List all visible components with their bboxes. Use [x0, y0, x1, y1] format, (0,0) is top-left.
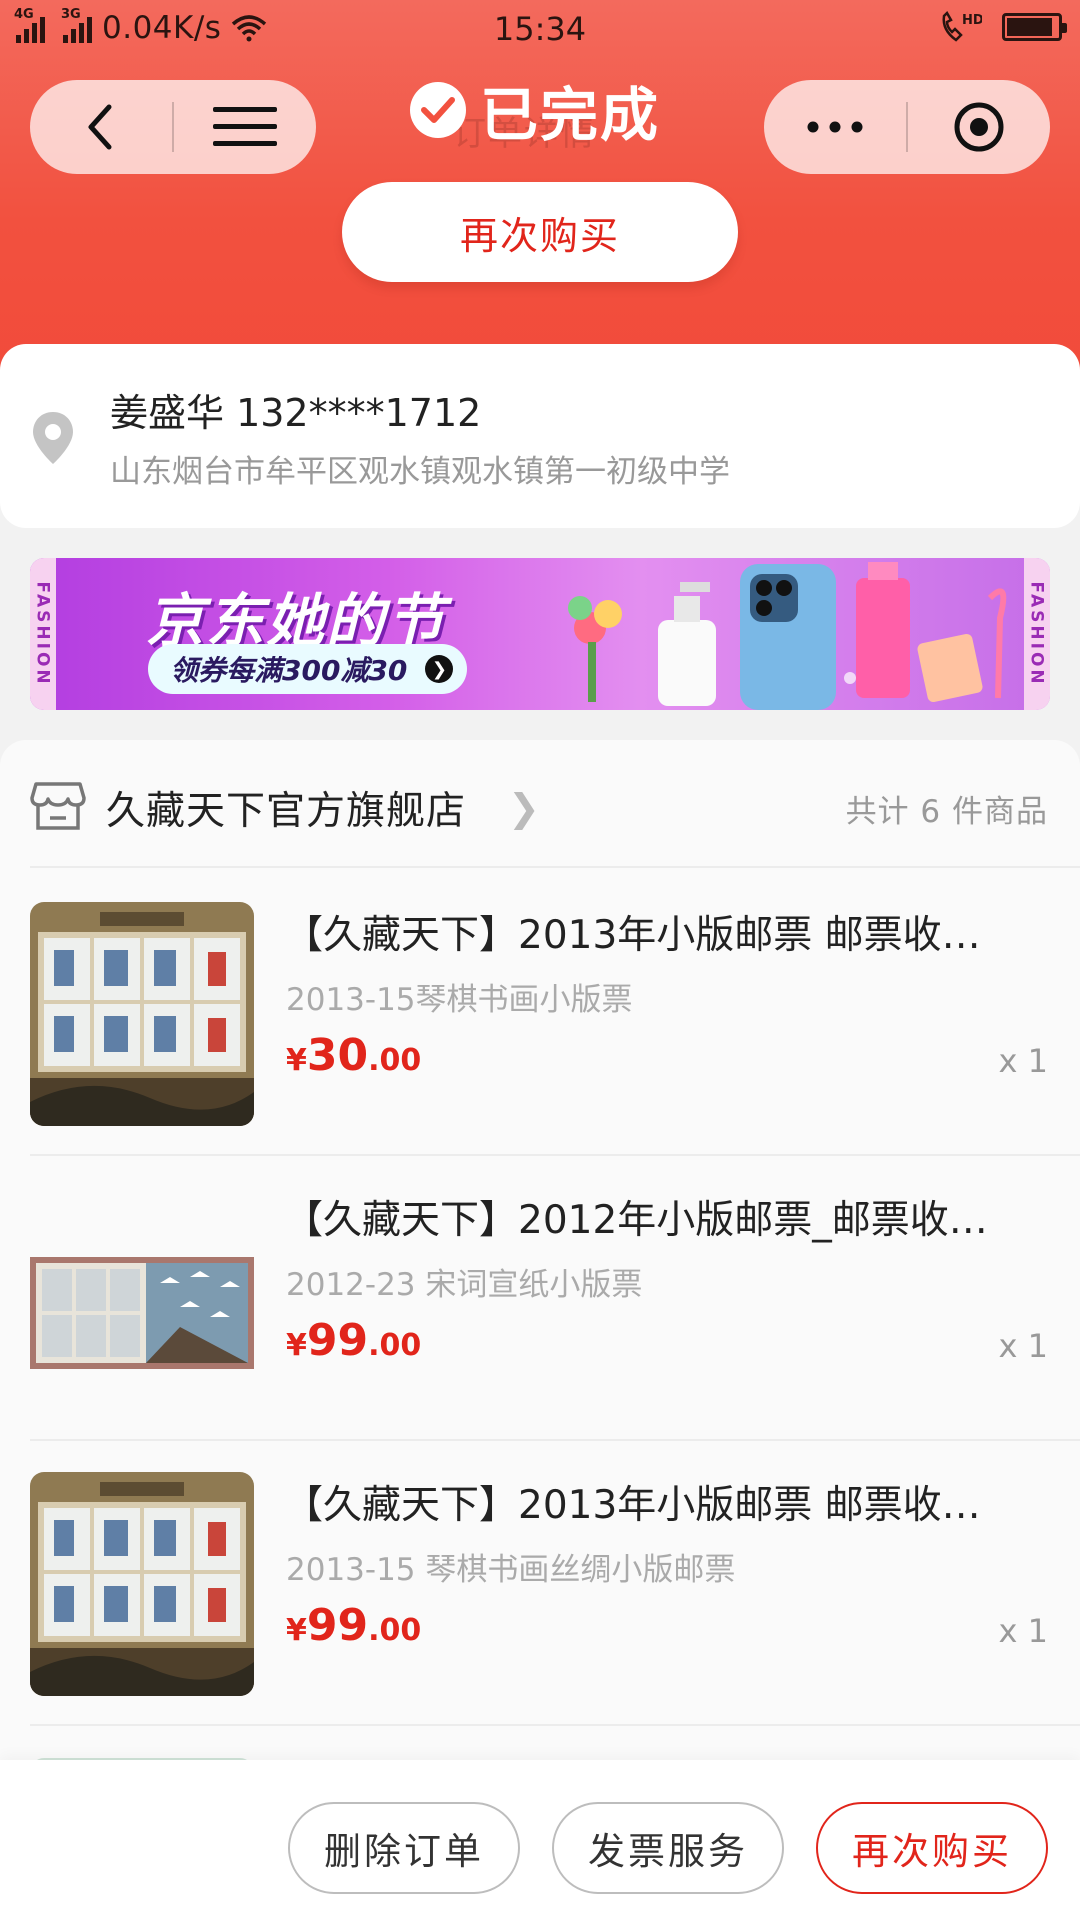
divider — [30, 1724, 1080, 1726]
check-circle-icon — [410, 82, 466, 138]
more-dots-icon — [807, 121, 863, 133]
banner-side-label-left: FASHION — [30, 558, 56, 710]
chevron-right-icon: ❯ — [508, 786, 540, 830]
item-title: 【久藏天下】2013年小版邮票 邮票收… — [284, 1483, 981, 1528]
item-title: 【久藏天下】2013年小版邮票 邮票收… — [284, 913, 981, 958]
order-status-title: 已完成 — [410, 74, 660, 149]
hamburger-icon — [213, 107, 277, 146]
nav-capsule-left — [30, 80, 316, 174]
banner-side-label-right: FASHION — [1024, 558, 1050, 710]
target-circle-icon — [954, 102, 1004, 152]
store-name: 久藏天下官方旗舰店 — [106, 789, 467, 834]
order-item[interactable]: 【久藏天下】2013年小版邮票 邮票收… 2013-15 琴棋书画丝绸小版邮票 … — [0, 1440, 1080, 1725]
clock: 15:34 — [493, 10, 587, 48]
order-detail-screen: 4G 3G 0.04K/s 15:34 HD 订单详情 已完成 再次购买 姜盛华… — [0, 0, 1080, 1920]
location-pin-icon — [33, 412, 73, 464]
recipient-name-phone: 姜盛华 132****1712 — [110, 391, 482, 435]
back-button[interactable] — [30, 80, 172, 174]
item-count: 共计 6 件商品 — [845, 794, 1048, 830]
back-arrow-icon — [88, 104, 112, 150]
svg-text:HD: HD — [962, 13, 982, 28]
store-order-card: 久藏天下官方旗舰店 ❯ 共计 6 件商品 【久藏天下】2013年小版邮票 邮票收… — [0, 740, 1080, 1920]
divider — [30, 866, 1080, 868]
item-spec: 2013-15 琴棋书画丝绸小版邮票 — [286, 1552, 736, 1588]
item-title: 【久藏天下】2012年小版邮票_邮票收… — [284, 1198, 988, 1243]
more-button[interactable] — [764, 80, 906, 174]
status-bar: 4G 3G 0.04K/s 15:34 HD — [0, 0, 1080, 58]
battery-icon — [1002, 13, 1067, 41]
product-thumbnail — [30, 1187, 254, 1411]
order-item[interactable]: 【久藏天下】2013年小版邮票 邮票收… 2013-15琴棋书画小版票 ¥30.… — [0, 870, 1080, 1155]
promo-banner[interactable]: FASHION 京东她的节 领券每满300减30 ❯ FASHION — [30, 558, 1050, 710]
item-spec: 2013-15琴棋书画小版票 — [286, 982, 633, 1018]
address-detail: 山东烟台市牟平区观水镇观水镇第一初级中学 — [110, 454, 730, 490]
store-icon — [30, 782, 86, 830]
item-quantity: x 1 — [998, 1612, 1048, 1650]
address-card[interactable]: 姜盛华 132****1712 山东烟台市牟平区观水镇观水镇第一初级中学 — [0, 344, 1080, 528]
item-price: ¥99.00 — [286, 1600, 422, 1651]
product-thumbnail — [30, 1472, 254, 1696]
invoice-service-button[interactable]: 发票服务 — [552, 1802, 784, 1894]
menu-button[interactable] — [174, 80, 316, 174]
nav-capsule-right — [764, 80, 1050, 174]
product-thumbnail — [30, 902, 254, 1126]
buy-again-header-button[interactable]: 再次购买 — [342, 182, 738, 282]
hd-call-icon: HD — [942, 10, 982, 42]
item-price: ¥30.00 — [286, 1030, 422, 1081]
bottom-action-bar: 删除订单 发票服务 再次购买 — [0, 1760, 1080, 1920]
item-price: ¥99.00 — [286, 1315, 422, 1366]
arrow-right-icon: ❯ — [425, 655, 454, 683]
buy-again-button[interactable]: 再次购买 — [816, 1802, 1048, 1894]
item-quantity: x 1 — [998, 1327, 1048, 1365]
status-text: 已完成 — [480, 81, 661, 149]
order-item[interactable]: 【久藏天下】2012年小版邮票_邮票收… 2012-23 宋词宣纸小版票 ¥99… — [0, 1155, 1080, 1440]
item-quantity: x 1 — [998, 1042, 1048, 1080]
item-spec: 2012-23 宋词宣纸小版票 — [286, 1267, 643, 1303]
banner-products-image — [568, 562, 1007, 710]
store-header[interactable]: 久藏天下官方旗舰店 ❯ 共计 6 件商品 — [0, 740, 1080, 870]
delete-order-button[interactable]: 删除订单 — [288, 1802, 520, 1894]
banner-coupon-pill: 领券每满300减30 ❯ — [148, 644, 468, 694]
close-miniapp-button[interactable] — [908, 80, 1050, 174]
